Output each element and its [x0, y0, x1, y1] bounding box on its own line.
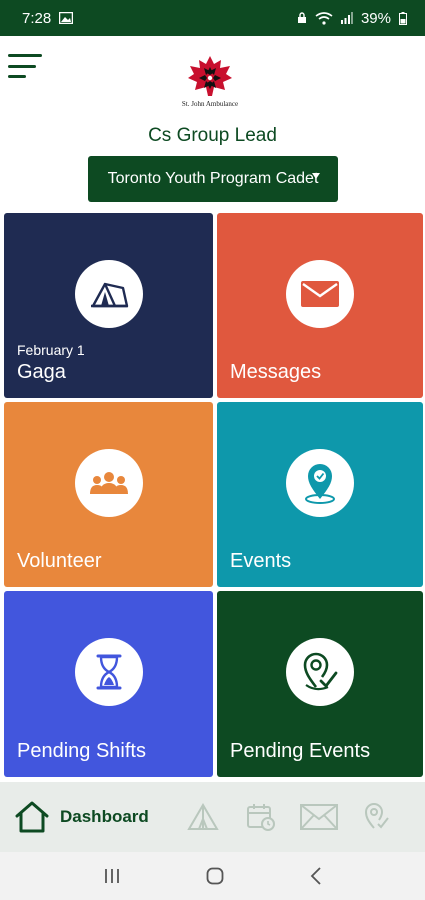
system-nav-bar	[0, 852, 425, 900]
tile-icon-circle	[286, 638, 354, 706]
gallery-icon	[59, 12, 74, 24]
tile-pending-shifts[interactable]: Pending Shifts	[4, 591, 213, 777]
battery-percent: 39%	[360, 9, 391, 27]
nav-camps[interactable]	[174, 797, 232, 837]
calendar-icon	[247, 804, 275, 831]
signal-icon	[340, 12, 353, 24]
dashboard-grid: February 1 Gaga Messages Volunteer Event…	[4, 213, 423, 778]
tile-icon-circle	[74, 449, 143, 517]
tile-label: Gaga	[17, 361, 66, 383]
nav-messages[interactable]	[290, 797, 348, 837]
recent-apps-icon[interactable]	[103, 868, 121, 884]
envelope-icon	[301, 281, 339, 307]
menu-button[interactable]	[6, 50, 44, 82]
tile-label: Pending Shifts	[17, 740, 146, 762]
tile-events[interactable]: Events	[217, 402, 423, 587]
wifi-icon	[315, 11, 333, 25]
chevron-down-icon	[312, 173, 320, 179]
home-button-icon[interactable]	[206, 867, 224, 885]
program-dropdown-value: Toronto Youth Program Cadet	[107, 170, 319, 187]
tile-messages[interactable]: Messages	[217, 213, 423, 398]
tile-label: Pending Events	[230, 740, 371, 762]
status-right: 39%	[297, 10, 407, 27]
home-icon	[15, 801, 49, 833]
program-dropdown[interactable]: Toronto Youth Program Cadet	[88, 156, 338, 202]
status-time: 7:28	[22, 9, 52, 27]
map-pin-icon	[305, 464, 335, 504]
tile-label: Volunteer	[17, 550, 102, 572]
status-bar: 7:28 39%	[0, 0, 425, 36]
logo-caption: St. John Ambulance	[181, 100, 239, 108]
tile-icon-circle	[74, 260, 143, 328]
tile-gaga[interactable]: February 1 Gaga	[4, 213, 213, 398]
nav-locations[interactable]	[348, 797, 406, 837]
location-check-icon	[303, 652, 338, 691]
battery-icon	[399, 11, 407, 25]
tile-volunteer[interactable]: Volunteer	[4, 402, 213, 587]
tile-pending-events[interactable]: Pending Events	[217, 591, 423, 777]
hourglass-icon	[96, 654, 121, 690]
location-icon	[364, 803, 389, 829]
tile-icon-circle	[74, 638, 143, 706]
nav-dashboard[interactable]: Dashboard	[14, 800, 174, 834]
tile-icon-circle	[286, 449, 354, 517]
nav-dashboard-label: Dashboard	[60, 807, 149, 826]
bottom-nav: Dashboard	[0, 782, 425, 852]
envelope-icon	[300, 804, 338, 830]
tent-icon	[187, 803, 219, 830]
tent-icon	[90, 282, 128, 308]
group-title: Cs Group Lead	[148, 125, 277, 146]
logo: St. John Ambulance	[160, 54, 260, 112]
tile-label: Messages	[230, 361, 322, 383]
status-left: 7:28	[22, 9, 74, 27]
lock-icon	[297, 12, 306, 23]
tile-label: Events	[230, 550, 292, 572]
st-john-ambulance-logo-icon	[188, 56, 232, 96]
group-icon	[89, 472, 128, 494]
tile-date: February 1	[17, 342, 85, 358]
back-icon[interactable]	[310, 867, 322, 885]
tile-icon-circle	[286, 260, 354, 328]
nav-calendar[interactable]	[232, 797, 290, 837]
